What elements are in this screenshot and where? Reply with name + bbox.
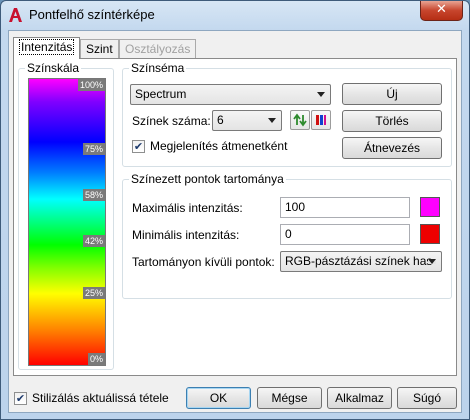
- show-gradient-checkbox[interactable]: ✔: [132, 140, 145, 153]
- window-title: Pontfelhő színtérképe: [29, 7, 155, 22]
- min-intensity-input[interactable]: 0: [280, 224, 410, 245]
- color-count-select[interactable]: 6: [212, 110, 282, 131]
- color-scale-title: Színskála: [25, 61, 82, 75]
- reverse-colors-button[interactable]: [290, 110, 310, 130]
- swap-arrows-icon: [293, 113, 307, 127]
- title-bar[interactable]: Pontfelhő színtérképe ✕: [1, 1, 469, 29]
- scale-label-42: 42%: [82, 235, 105, 247]
- tab-intensity[interactable]: Intenzitás: [13, 37, 81, 59]
- scale-label-75: 75%: [82, 143, 105, 155]
- tab-level[interactable]: Szint: [80, 39, 119, 58]
- chevron-down-icon: [428, 259, 436, 264]
- close-button[interactable]: ✕: [420, 1, 463, 21]
- chevron-down-icon: [268, 118, 276, 123]
- cancel-button[interactable]: Mégse: [257, 387, 322, 409]
- max-intensity-input[interactable]: 100: [280, 197, 410, 218]
- tab-intensity-label: Intenzitás: [19, 39, 75, 55]
- update-style-label: Stilizálás aktuálissá tétele: [32, 391, 169, 405]
- scale-label-25: 25%: [82, 287, 105, 299]
- outside-points-label: Tartományon kívüli pontok:: [132, 255, 275, 269]
- scale-label-58: 58%: [82, 189, 105, 201]
- max-intensity-label: Maximális intenzitás:: [132, 201, 243, 215]
- delete-button[interactable]: Törlés: [342, 110, 442, 132]
- color-scheme-title: Színséma: [129, 61, 187, 75]
- min-color-swatch[interactable]: [420, 224, 440, 244]
- color-scheme-value: Spectrum: [135, 87, 187, 101]
- max-color-swatch[interactable]: [420, 197, 440, 217]
- tab-classification: Osztályozás: [119, 39, 197, 58]
- edit-colors-button[interactable]: [311, 110, 331, 130]
- chevron-down-icon: [317, 92, 325, 97]
- update-style-checkbox[interactable]: ✔: [14, 392, 27, 405]
- tab-panel-intensity: Színskála 100% 75% 58% 42% 25% 0% Színsé…: [13, 58, 457, 376]
- color-count-label: Színek száma:: [132, 114, 211, 128]
- min-intensity-label: Minimális intenzitás:: [132, 228, 240, 242]
- color-scheme-select[interactable]: Spectrum: [130, 84, 331, 105]
- dialog-window: Pontfelhő színtérképe ✕ Intenzitás Szint…: [0, 0, 470, 420]
- outside-points-select[interactable]: RGB-pásztázási színek has: [280, 251, 442, 272]
- rename-button[interactable]: Átnevezés: [342, 137, 442, 159]
- apply-button[interactable]: Alkalmaz: [327, 387, 392, 409]
- outside-points-value: RGB-pásztázási színek has: [285, 254, 433, 268]
- help-button[interactable]: Súgó: [397, 387, 457, 409]
- show-gradient-label: Megjelenítés átmenetként: [150, 139, 288, 153]
- color-scale-bar: 100% 75% 58% 42% 25% 0%: [28, 78, 106, 366]
- new-button[interactable]: Új: [342, 83, 442, 105]
- ok-button[interactable]: OK: [186, 387, 251, 409]
- dialog-client: Intenzitás Szint Osztályozás Színskála 1…: [8, 30, 462, 413]
- autocad-logo-icon: [9, 8, 22, 22]
- color-bars-icon: [316, 115, 326, 125]
- color-count-value: 6: [217, 113, 224, 127]
- scale-label-100: 100%: [77, 79, 105, 91]
- scale-label-0: 0%: [87, 353, 105, 365]
- range-title: Színezett pontok tartománya: [129, 172, 286, 186]
